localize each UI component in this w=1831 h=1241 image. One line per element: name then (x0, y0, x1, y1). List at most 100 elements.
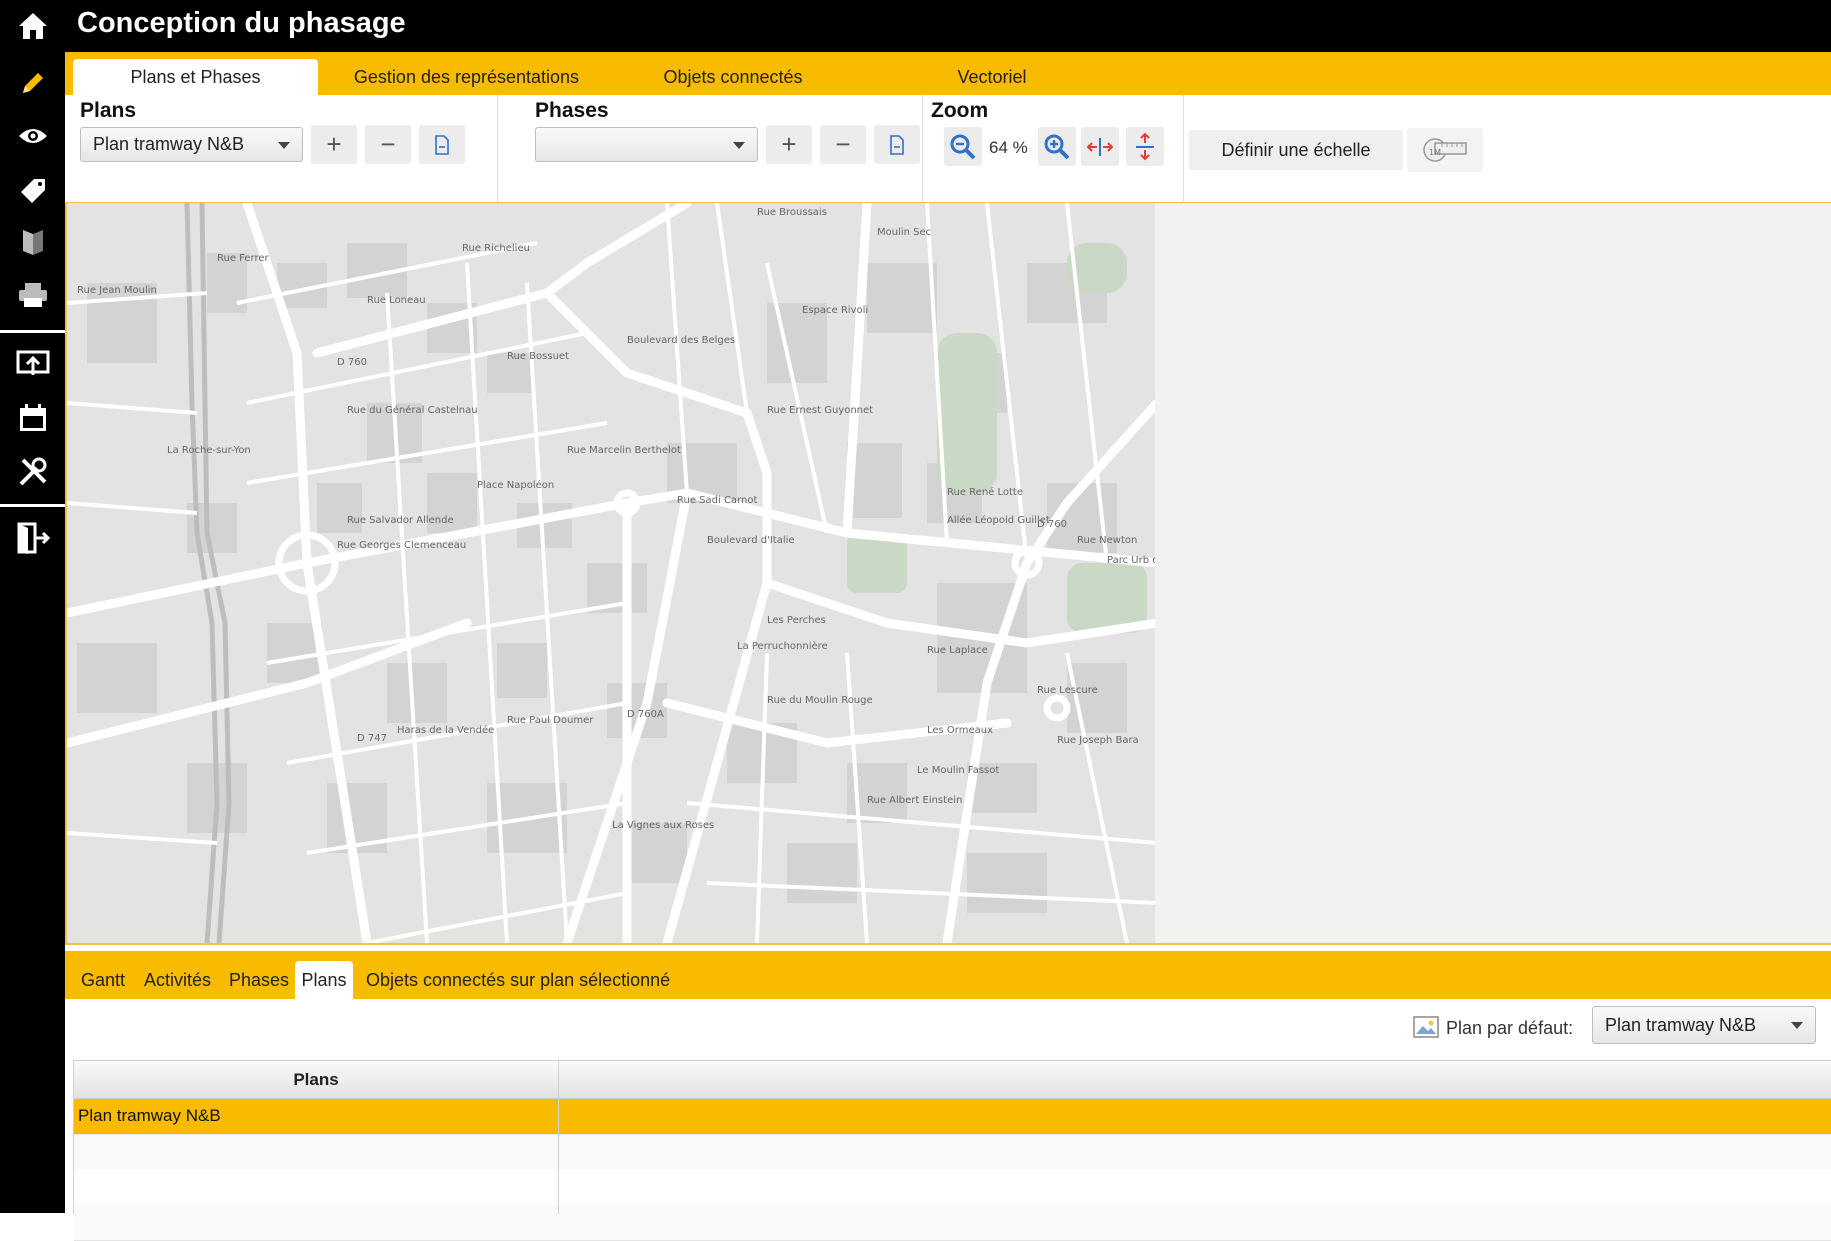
tag-icon (20, 179, 45, 203)
remove-plan-button[interactable]: − (365, 125, 411, 164)
map-label: Rue Loneau (367, 295, 426, 306)
main-tab-bar: Plans et Phases Gestion des représentati… (65, 52, 1831, 95)
plans-select-value: Plan tramway N&B (93, 134, 245, 154)
map-label: Rue Sadi Carnot (677, 495, 757, 506)
phases-select[interactable] (535, 127, 758, 162)
chevron-down-icon (278, 142, 290, 149)
remove-phase-button[interactable]: − (820, 125, 866, 164)
measure-tape-button[interactable]: 1M (1407, 128, 1483, 172)
map-label: La Perruchonnière (737, 640, 828, 652)
fit-height-icon (1136, 132, 1154, 160)
edit-plan-button[interactable] (419, 125, 465, 164)
map-label: Rue Bossuet (507, 351, 569, 362)
page-title: Conception du phasage (77, 7, 406, 39)
map-label: Rue Broussais (757, 207, 827, 218)
zoom-in-icon (1044, 134, 1070, 159)
printer-icon (18, 283, 47, 307)
table-row[interactable] (74, 1170, 1831, 1206)
map-label: Rue du Général Castelnau (347, 404, 478, 416)
rail-divider (0, 330, 65, 333)
zoom-out-button[interactable] (944, 127, 982, 166)
map-label: Rue Paul Doumer (507, 715, 594, 726)
define-scale-button[interactable]: Définir une échelle (1189, 130, 1403, 170)
tab-plans-et-phases[interactable]: Plans et Phases (73, 59, 318, 95)
column-header-plans[interactable]: Plans (74, 1061, 558, 1098)
tab-activites[interactable]: Activités (144, 961, 211, 999)
bottom-tab-bar: Gantt Activités Phases Plans Objets conn… (65, 951, 1831, 999)
tag-button[interactable] (0, 163, 65, 215)
map-label: Rue Ernest Guyonnet (767, 405, 873, 416)
add-plan-button[interactable]: + (311, 125, 357, 164)
book-button[interactable] (0, 216, 65, 268)
fit-width-icon (1086, 137, 1114, 156)
rail-divider (0, 504, 65, 507)
table-row[interactable]: Plan tramway N&B (74, 1099, 1831, 1135)
phases-group-title: Phases (535, 99, 609, 122)
measuring-tape-icon: 1M (1423, 138, 1467, 162)
map-label: Rue Joseph Bara (1057, 735, 1139, 746)
map-label: Rue Salvador Allende (347, 515, 454, 526)
document-edit-icon (435, 134, 449, 155)
settings-button[interactable] (0, 446, 65, 498)
panel-divider[interactable] (65, 943, 1831, 945)
tab-gestion-des-representations[interactable]: Gestion des représentations (324, 59, 609, 95)
table-cell-plan-name: Plan tramway N&B (78, 1106, 221, 1125)
exit-button[interactable] (0, 512, 65, 564)
svg-text:1M: 1M (1429, 148, 1441, 157)
column-divider (558, 1061, 559, 1214)
tools-icon (19, 457, 46, 486)
default-plan-label: Plan par défaut: (1446, 1018, 1574, 1038)
fit-height-button[interactable] (1126, 127, 1164, 166)
image-icon (1413, 1016, 1439, 1038)
tab-gantt[interactable]: Gantt (81, 961, 125, 999)
tab-plans[interactable]: Plans (295, 961, 353, 999)
map-label: Place Napoléon (477, 479, 554, 491)
map-label: Allée Léopold Guillet (947, 514, 1050, 526)
chevron-down-icon (733, 142, 745, 149)
tab-objets-connectes-plan[interactable]: Objets connectés sur plan sélectionné (366, 961, 670, 999)
map-label: Boulevard d'Italie (707, 535, 795, 546)
pencil-icon (22, 73, 43, 93)
tab-phases[interactable]: Phases (229, 961, 289, 999)
plans-select[interactable]: Plan tramway N&B (80, 127, 303, 162)
ribbon-toolbar: Plans Plan tramway N&B + − Phases + − Zo… (65, 95, 1831, 204)
map-label: D 760 (1037, 519, 1067, 530)
fit-width-button[interactable] (1081, 127, 1119, 166)
export-button[interactable] (0, 338, 65, 390)
map-label: D 760 (337, 357, 367, 368)
map-label: D 747 (357, 733, 387, 744)
edit-button[interactable] (0, 57, 65, 109)
map-canvas[interactable]: Rue Richelieu Rue Ferrer Rue Jean Moulin… (65, 203, 1155, 943)
group-divider (922, 95, 923, 202)
document-edit-icon (890, 134, 904, 155)
calendar-button[interactable] (0, 392, 65, 444)
map-label: Parc Urb des Ouda (1107, 555, 1155, 566)
zoom-in-button[interactable] (1038, 127, 1076, 166)
map-label: Boulevard des Belges (627, 335, 735, 346)
zoom-group-title: Zoom (931, 99, 989, 122)
map-label: Rue René Lotte (947, 486, 1023, 498)
home-icon (18, 13, 47, 39)
map-label: Rue Marcelin Berthelot (567, 445, 681, 456)
view-button[interactable] (0, 110, 65, 162)
home-button[interactable] (0, 0, 65, 52)
map-label: Rue Jean Moulin (77, 285, 157, 296)
map-label: Rue Newton (1077, 535, 1137, 546)
add-phase-button[interactable]: + (766, 125, 812, 164)
book-icon (22, 230, 43, 255)
default-plan-select[interactable]: Plan tramway N&B (1592, 1006, 1816, 1044)
plans-table: Plans Plan tramway N&B (73, 1060, 1831, 1241)
tab-objets-connectes[interactable]: Objets connectés (613, 59, 853, 95)
table-row[interactable] (74, 1205, 1831, 1241)
eye-icon (18, 129, 47, 143)
chevron-down-icon (1791, 1022, 1803, 1029)
group-divider (1183, 95, 1184, 202)
tab-vectoriel[interactable]: Vectoriel (857, 59, 1127, 95)
edit-phase-button[interactable] (874, 125, 920, 164)
print-button[interactable] (0, 269, 65, 321)
left-navigation-rail (0, 0, 65, 1213)
table-row[interactable] (74, 1135, 1831, 1171)
zoom-level: 64 % (989, 138, 1028, 157)
map-label: Les Perches (767, 615, 826, 626)
map-label: La Roche-sur-Yon (167, 445, 251, 456)
